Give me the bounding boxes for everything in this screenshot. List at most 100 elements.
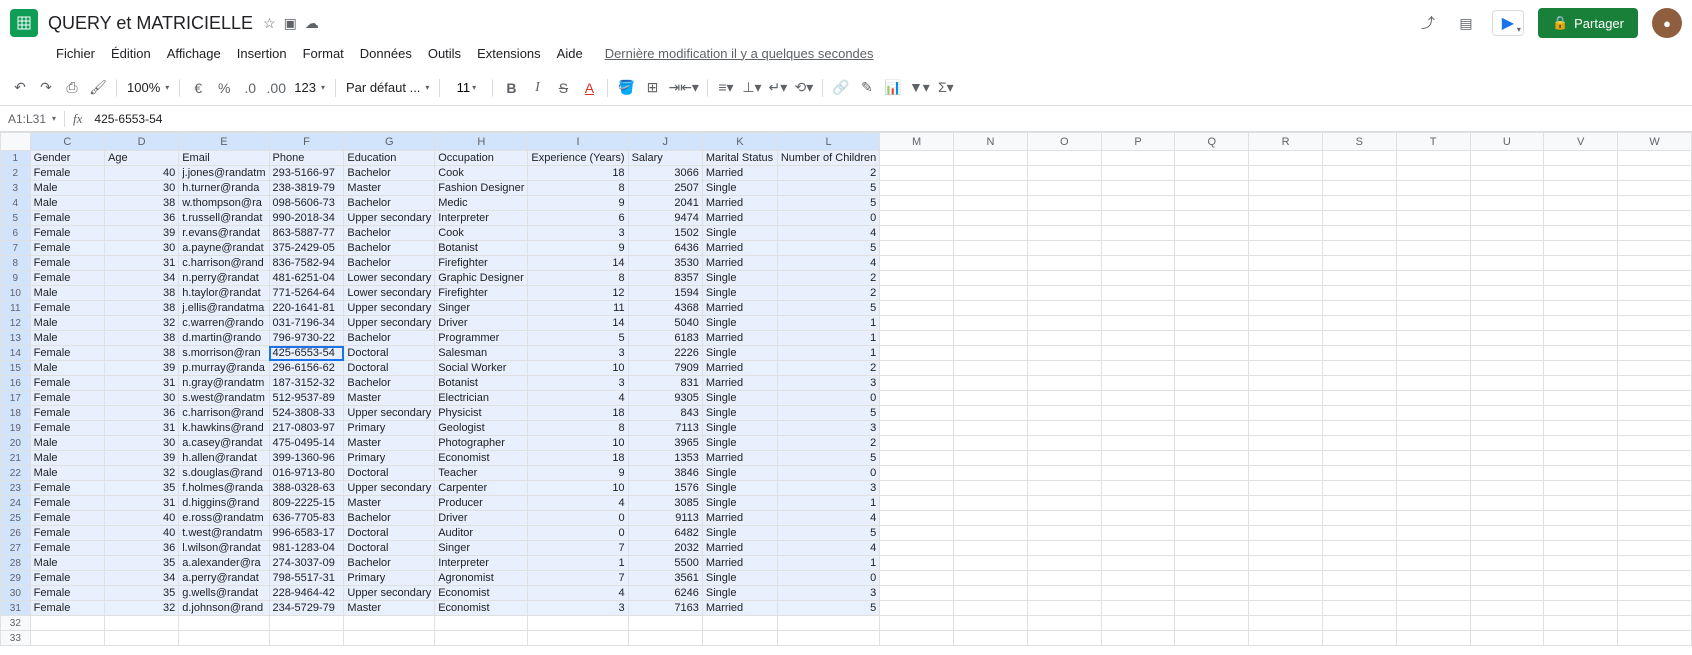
cell-O26[interactable] [1027, 526, 1101, 541]
col-header-N[interactable]: N [954, 133, 1028, 151]
cell-H19[interactable]: Geologist [435, 421, 528, 436]
cell-S24[interactable] [1322, 496, 1396, 511]
cell-J1[interactable]: Salary [628, 151, 702, 166]
cell-C19[interactable]: Female [30, 421, 104, 436]
cell-I32[interactable] [528, 616, 628, 631]
cell-V13[interactable] [1544, 331, 1618, 346]
cell-I6[interactable]: 3 [528, 226, 628, 241]
cell-Q7[interactable] [1175, 241, 1249, 256]
cell-G3[interactable]: Master [344, 181, 435, 196]
cell-F9[interactable]: 481-6251-04 [269, 271, 344, 286]
cell-H32[interactable] [435, 616, 528, 631]
cell-W5[interactable] [1618, 211, 1692, 226]
cell-S16[interactable] [1322, 376, 1396, 391]
row-header-19[interactable]: 19 [1, 421, 31, 436]
cell-J13[interactable]: 6183 [628, 331, 702, 346]
cell-E16[interactable]: n.gray@randatm [179, 376, 269, 391]
cell-S13[interactable] [1322, 331, 1396, 346]
row-header-12[interactable]: 12 [1, 316, 31, 331]
cell-V16[interactable] [1544, 376, 1618, 391]
cell-C1[interactable]: Gender [30, 151, 104, 166]
cell-E31[interactable]: d.johnson@rand [179, 601, 269, 616]
cell-F22[interactable]: 016-9713-80 [269, 466, 344, 481]
cell-H31[interactable]: Economist [435, 601, 528, 616]
cell-G13[interactable]: Bachelor [344, 331, 435, 346]
cell-N15[interactable] [954, 361, 1028, 376]
cell-P7[interactable] [1101, 241, 1175, 256]
cell-D19[interactable]: 31 [105, 421, 179, 436]
cell-H8[interactable]: Firefighter [435, 256, 528, 271]
cell-V11[interactable] [1544, 301, 1618, 316]
cell-Q24[interactable] [1175, 496, 1249, 511]
cell-S18[interactable] [1322, 406, 1396, 421]
cell-L1[interactable]: Number of Children [777, 151, 879, 166]
cell-U25[interactable] [1470, 511, 1544, 526]
cell-S15[interactable] [1322, 361, 1396, 376]
cell-S2[interactable] [1322, 166, 1396, 181]
cell-I17[interactable]: 4 [528, 391, 628, 406]
cell-W24[interactable] [1618, 496, 1692, 511]
col-header-M[interactable]: M [880, 133, 954, 151]
cell-H26[interactable]: Auditor [435, 526, 528, 541]
cell-C9[interactable]: Female [30, 271, 104, 286]
cell-M23[interactable] [880, 481, 954, 496]
cell-R11[interactable] [1249, 301, 1323, 316]
cell-D21[interactable]: 39 [105, 451, 179, 466]
cell-H27[interactable]: Singer [435, 541, 528, 556]
cell-M15[interactable] [880, 361, 954, 376]
cell-E17[interactable]: s.west@randatm [179, 391, 269, 406]
cell-I27[interactable]: 7 [528, 541, 628, 556]
cell-W2[interactable] [1618, 166, 1692, 181]
cell-C28[interactable]: Male [30, 556, 104, 571]
cell-O14[interactable] [1027, 346, 1101, 361]
row-header-8[interactable]: 8 [1, 256, 31, 271]
cell-C5[interactable]: Female [30, 211, 104, 226]
cell-Q25[interactable] [1175, 511, 1249, 526]
cell-D30[interactable]: 35 [105, 586, 179, 601]
strike-icon[interactable]: S [551, 76, 575, 100]
row-header-27[interactable]: 27 [1, 541, 31, 556]
col-header-W[interactable]: W [1618, 133, 1692, 151]
cell-I3[interactable]: 8 [528, 181, 628, 196]
activity-icon[interactable]: ⤴ [1416, 11, 1440, 35]
cell-K3[interactable]: Single [702, 181, 777, 196]
cell-D20[interactable]: 30 [105, 436, 179, 451]
cell-F27[interactable]: 981-1283-04 [269, 541, 344, 556]
cell-E28[interactable]: a.alexander@ra [179, 556, 269, 571]
cell-T20[interactable] [1396, 436, 1470, 451]
cell-O2[interactable] [1027, 166, 1101, 181]
cell-G8[interactable]: Bachelor [344, 256, 435, 271]
cell-Q31[interactable] [1175, 601, 1249, 616]
cell-N13[interactable] [954, 331, 1028, 346]
cell-H30[interactable]: Economist [435, 586, 528, 601]
cell-N27[interactable] [954, 541, 1028, 556]
cell-L19[interactable]: 3 [777, 421, 879, 436]
cell-V30[interactable] [1544, 586, 1618, 601]
cell-V7[interactable] [1544, 241, 1618, 256]
cell-K26[interactable]: Single [702, 526, 777, 541]
col-header-H[interactable]: H [435, 133, 528, 151]
cell-C7[interactable]: Female [30, 241, 104, 256]
cell-G22[interactable]: Doctoral [344, 466, 435, 481]
cell-Q6[interactable] [1175, 226, 1249, 241]
cell-I7[interactable]: 9 [528, 241, 628, 256]
cell-N14[interactable] [954, 346, 1028, 361]
cell-J30[interactable]: 6246 [628, 586, 702, 601]
col-header-E[interactable]: E [179, 133, 269, 151]
row-header-18[interactable]: 18 [1, 406, 31, 421]
cell-Q33[interactable] [1175, 631, 1249, 646]
cell-E26[interactable]: t.west@randatm [179, 526, 269, 541]
col-header-C[interactable]: C [30, 133, 104, 151]
cell-U28[interactable] [1470, 556, 1544, 571]
cell-K6[interactable]: Single [702, 226, 777, 241]
cell-O8[interactable] [1027, 256, 1101, 271]
cell-O7[interactable] [1027, 241, 1101, 256]
cell-P13[interactable] [1101, 331, 1175, 346]
row-header-22[interactable]: 22 [1, 466, 31, 481]
cell-J9[interactable]: 8357 [628, 271, 702, 286]
cell-R27[interactable] [1249, 541, 1323, 556]
cell-P22[interactable] [1101, 466, 1175, 481]
cell-W17[interactable] [1618, 391, 1692, 406]
cell-R33[interactable] [1249, 631, 1323, 646]
row-header-10[interactable]: 10 [1, 286, 31, 301]
